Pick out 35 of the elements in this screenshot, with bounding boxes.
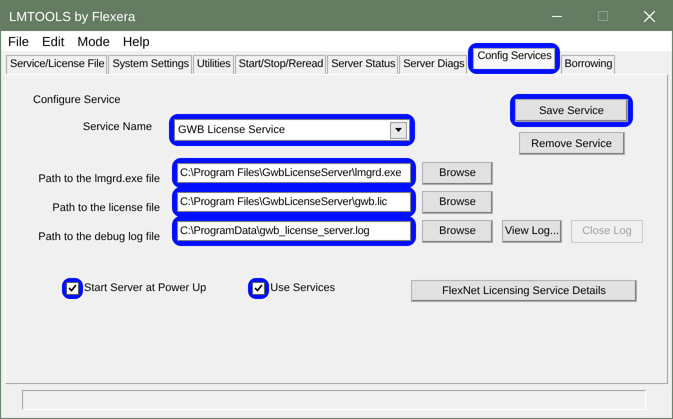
field-label: Path to the lmgrd.exe file — [37, 173, 160, 185]
field-label: Service Name — [82, 121, 152, 133]
checkbox[interactable] — [252, 282, 266, 294]
close-icon[interactable] — [644, 10, 654, 22]
tab[interactable]: System Settings — [108, 55, 192, 74]
field-label: Path to the debug log file — [37, 231, 160, 243]
checkbox[interactable] — [66, 282, 79, 294]
menu-item[interactable]: File — [1, 34, 35, 48]
window-title: LMTOOLS by Flexera — [9, 8, 136, 24]
menu-item[interactable]: Help — [116, 34, 156, 48]
field-label: Path to the license file — [51, 202, 160, 214]
path-field[interactable]: C:\Program Files\GwbLicenseServer\lmgrd.exe — [177, 163, 411, 183]
checkbox-label: Start Server at Power Up — [84, 282, 206, 294]
menu-item[interactable]: Mode — [70, 34, 116, 48]
tab[interactable]: Config Services — [473, 48, 555, 69]
remove-service-button[interactable]: Remove Service — [518, 132, 624, 155]
path-button: Close Log — [571, 220, 643, 242]
path-field[interactable]: C:\Program Files\GwbLicenseServer\gwb.lic — [177, 192, 411, 212]
menu-item[interactable]: Edit — [34, 34, 70, 48]
tab[interactable]: Utilities — [192, 55, 234, 74]
details-button[interactable]: FlexNet Licensing Service Details — [411, 280, 637, 302]
path-button[interactable]: Browse — [422, 162, 493, 184]
tab[interactable]: Service/License File — [6, 55, 108, 74]
tab[interactable]: Server Diags — [399, 55, 468, 74]
checkbox-label: Use Services — [270, 282, 336, 294]
tab[interactable]: Server Status — [327, 55, 398, 74]
path-button[interactable]: View Log... — [502, 220, 562, 242]
path-button[interactable]: Browse — [422, 190, 493, 214]
path-field[interactable]: C:\ProgramData\gwb_license_server.log — [177, 221, 411, 241]
path-button[interactable]: Browse — [422, 220, 493, 242]
save-service-button[interactable]: Save Service — [515, 99, 628, 122]
service-name-dropdown[interactable]: GWB License Service — [174, 119, 410, 141]
tab[interactable]: Start/Stop/Reread — [234, 55, 326, 74]
tab[interactable]: Borrowing — [560, 55, 616, 74]
section-heading: Configure Service — [33, 94, 122, 106]
